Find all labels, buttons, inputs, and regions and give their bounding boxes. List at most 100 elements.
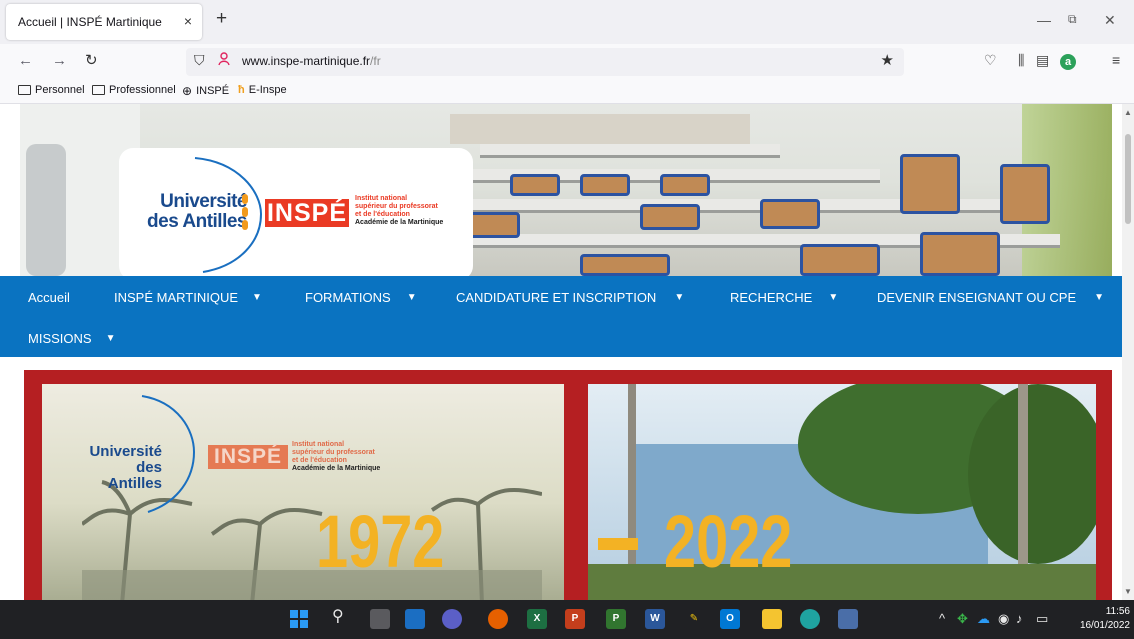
- tab-strip: Accueil | INSPÉ Martinique × + — ⧉ ✕: [0, 0, 1134, 44]
- inspe-desc-line: et de l'éducation: [292, 457, 347, 464]
- bookmark-label: Personnel: [35, 84, 85, 96]
- outlook-icon[interactable]: O: [720, 609, 740, 629]
- firefox-icon[interactable]: [488, 609, 508, 629]
- chat-icon[interactable]: [442, 609, 462, 629]
- menu-item-label: MISSIONS: [28, 331, 92, 346]
- menu-item-devenir-enseignant[interactable]: DEVENIR ENSEIGNANT OU CPE ▼: [877, 290, 1104, 305]
- globe-icon: ⊕: [182, 84, 193, 98]
- banner-arc-logo: [141, 395, 196, 513]
- e-inspe-icon: ħ: [238, 84, 245, 96]
- pocket-icon[interactable]: ♡: [984, 52, 997, 68]
- folder-icon: [92, 85, 105, 95]
- menu-item-label: FORMATIONS: [305, 290, 391, 305]
- library-icon[interactable]: ⫼: [1018, 52, 1024, 68]
- search-icon[interactable]: ⚲: [332, 609, 344, 625]
- scroll-down-icon[interactable]: ▼: [1124, 587, 1132, 596]
- reload-icon[interactable]: ↻: [85, 52, 98, 70]
- account-icon[interactable]: a: [1060, 54, 1076, 70]
- new-tab-button[interactable]: +: [216, 9, 227, 28]
- menu-item-formations[interactable]: FORMATIONS ▼: [305, 290, 417, 305]
- url-text[interactable]: www.inspe-martinique.fr/fr: [242, 54, 381, 68]
- page-scrollbar[interactable]: ▲ ▼: [1122, 104, 1134, 600]
- bookmark-professionnel[interactable]: Professionnel: [92, 84, 176, 96]
- minimize-button[interactable]: —: [1037, 12, 1051, 28]
- excel-icon[interactable]: X: [527, 609, 547, 629]
- clock-date: 16/01/2022: [1079, 620, 1130, 631]
- inspe-desc-line: Académie de la Martinique: [355, 219, 444, 226]
- bookmark-inspe[interactable]: ⊕ INSPÉ: [182, 84, 229, 98]
- file-explorer-icon[interactable]: [762, 609, 782, 629]
- bookmark-personnel[interactable]: Personnel: [18, 84, 85, 96]
- close-window-button[interactable]: ✕: [1104, 12, 1116, 29]
- tab-accueil[interactable]: Accueil | INSPÉ Martinique ×: [6, 4, 202, 40]
- app-icon[interactable]: [838, 609, 858, 629]
- menu-item-inspe-martinique[interactable]: INSPÉ MARTINIQUE ▼: [114, 290, 262, 305]
- page-viewport: Université des Antilles INSPÉ Institut n…: [0, 104, 1122, 600]
- project-icon[interactable]: P: [606, 609, 626, 629]
- menu-item-recherche[interactable]: RECHERCHE ▼: [730, 290, 838, 305]
- task-view-icon[interactable]: [370, 609, 390, 629]
- banner-left-panel: Université des Antilles INSPÉ Institut n…: [42, 384, 564, 600]
- inspe-logo: INSPÉ: [265, 199, 349, 227]
- permissions-icon[interactable]: [218, 52, 230, 66]
- close-tab-icon[interactable]: ×: [184, 13, 192, 29]
- url-host: www.inspe-martinique.fr: [242, 54, 371, 68]
- sidebar-icon[interactable]: ▤: [1036, 52, 1049, 68]
- url-bar[interactable]: ⛉ www.inspe-martinique.fr/fr ★: [186, 48, 904, 76]
- bookmark-star-icon[interactable]: ★: [881, 51, 894, 69]
- clock-time: 11:56: [1105, 606, 1130, 617]
- inspe-description: Institut national supérieur du professor…: [355, 195, 443, 227]
- menu-icon[interactable]: ≡: [1112, 52, 1120, 68]
- menu-item-accueil[interactable]: Accueil: [28, 290, 70, 305]
- inspe-desc-line: et de l'éducation: [355, 211, 410, 218]
- ua-line2: des Antilles: [147, 211, 247, 232]
- inspe-desc-line: supérieur du professorat: [292, 449, 375, 456]
- battery-icon[interactable]: ▭: [1036, 612, 1048, 626]
- onedrive-icon[interactable]: ☁: [977, 612, 990, 626]
- inspe-desc-line: Institut national: [292, 441, 345, 448]
- windows-taskbar: ⚲ X P P W ✎ O ^ ✥ ☁ ◉ ♪ ▭ 11:56 16/01/20…: [0, 600, 1134, 639]
- bookmark-e-inspe[interactable]: ħ E-Inspe: [238, 84, 287, 96]
- universite-des-antilles-logo: Université des Antilles: [129, 192, 247, 232]
- folder-icon: [18, 85, 31, 95]
- start-windows-icon[interactable]: [290, 610, 308, 628]
- url-path: /fr: [370, 54, 381, 68]
- pen-icon[interactable]: ✎: [684, 609, 704, 629]
- year-start: 1972: [316, 500, 445, 583]
- year-end: 2022: [664, 500, 793, 583]
- restore-button[interactable]: ⧉: [1068, 12, 1077, 27]
- menu-item-label: DEVENIR ENSEIGNANT OU CPE: [877, 290, 1077, 305]
- scroll-up-icon[interactable]: ▲: [1124, 108, 1132, 117]
- wifi-icon[interactable]: ◉: [998, 612, 1009, 626]
- forward-arrow-icon[interactable]: →: [52, 52, 67, 70]
- caret-down-icon: ▼: [105, 333, 116, 344]
- caret-down-icon: ▼: [1094, 292, 1105, 303]
- bookmark-label: Professionnel: [109, 84, 176, 96]
- taskbar-clock[interactable]: 11:56 16/01/2022: [1074, 605, 1130, 633]
- caret-down-icon: ▼: [674, 292, 685, 303]
- anniversary-banner[interactable]: Université des Antilles INSPÉ Institut n…: [24, 370, 1112, 600]
- word-icon[interactable]: W: [645, 609, 665, 629]
- inspe-desc-line: Institut national: [355, 195, 408, 202]
- navigation-toolbar: ← → ↻ ⛉ www.inspe-martinique.fr/fr ★ ♡ ⫼…: [0, 44, 1134, 80]
- main-menu: Accueil INSPÉ MARTINIQUE ▼ FORMATIONS ▼ …: [0, 276, 1122, 357]
- widgets-icon[interactable]: [405, 609, 425, 629]
- bookmark-label: INSPÉ: [196, 85, 230, 97]
- edge-icon[interactable]: [800, 609, 820, 629]
- scroll-thumb[interactable]: [1125, 134, 1131, 224]
- volume-icon[interactable]: ♪: [1016, 612, 1023, 626]
- site-logo[interactable]: Université des Antilles INSPÉ Institut n…: [119, 148, 473, 280]
- menu-item-missions[interactable]: MISSIONS ▼: [28, 331, 115, 346]
- dropbox-icon[interactable]: ✥: [957, 612, 968, 626]
- bookmark-label: E-Inspe: [248, 84, 287, 96]
- back-arrow-icon[interactable]: ←: [18, 52, 33, 70]
- shield-icon[interactable]: ⛉: [194, 52, 205, 69]
- powerpoint-icon[interactable]: P: [565, 609, 585, 629]
- bookmarks-bar: Personnel Professionnel ⊕ INSPÉ ħ E-Insp…: [0, 80, 1134, 104]
- show-hidden-icons-icon[interactable]: ^: [939, 612, 945, 626]
- menu-item-label: CANDIDATURE ET INSCRIPTION: [456, 290, 657, 305]
- menu-item-label: Accueil: [28, 290, 70, 305]
- caret-down-icon: ▼: [828, 292, 839, 303]
- caret-down-icon: ▼: [252, 292, 262, 303]
- menu-item-candidature[interactable]: CANDIDATURE ET INSCRIPTION ▼: [456, 290, 684, 305]
